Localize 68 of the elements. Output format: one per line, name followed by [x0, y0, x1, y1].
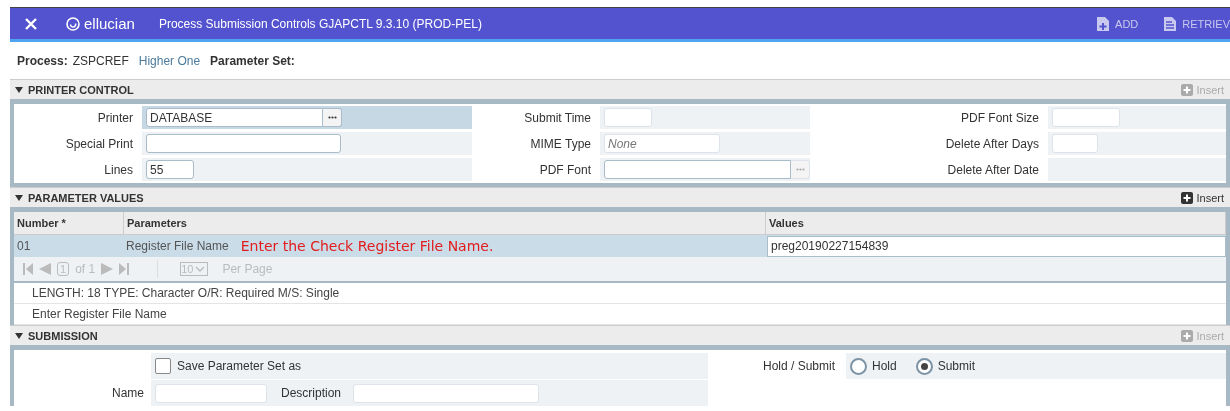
- radio-button[interactable]: [915, 357, 933, 375]
- process-code: ZSPCREF: [72, 53, 129, 68]
- section-title: PRINTER CONTROL: [28, 83, 134, 96]
- input-field[interactable]: [1052, 134, 1098, 153]
- input-field[interactable]: None: [604, 134, 720, 153]
- input-field[interactable]: [604, 108, 652, 127]
- next-page-icon[interactable]: [101, 263, 114, 275]
- last-page-icon[interactable]: [119, 263, 130, 275]
- input-field[interactable]: [604, 160, 791, 179]
- table-row[interactable]: 01 Register File Name Enter the Check Register File Name. preg20190227154839: [14, 234, 1226, 257]
- process-description: Higher One: [138, 53, 201, 68]
- field-label: Description: [281, 386, 342, 400]
- checkbox-label: Save Parameter Set as: [177, 359, 302, 373]
- radio-button[interactable]: [850, 357, 867, 375]
- input-field[interactable]: [155, 383, 267, 403]
- plus-icon: [1181, 191, 1194, 204]
- brand-name: ellucian: [84, 15, 135, 32]
- page-count: of 1: [75, 262, 96, 276]
- field-label: Delete After Days: [944, 135, 1040, 153]
- insert-button[interactable]: Insert: [1181, 191, 1224, 204]
- toolbar-button[interactable]: RETRIEV: [1182, 17, 1230, 30]
- add-document-icon: [1097, 16, 1110, 31]
- collapse-icon[interactable]: [15, 86, 23, 93]
- field-label: PDF Font: [538, 161, 592, 179]
- caret-icon: [195, 266, 206, 272]
- field-label: PDF Font Size: [959, 109, 1040, 127]
- input-field[interactable]: [146, 134, 341, 153]
- parameter-set-label: Parameter Set:: [210, 53, 295, 68]
- input-field[interactable]: 55: [146, 160, 194, 179]
- field-label: MIME Type: [529, 135, 592, 153]
- table-cell: 01: [17, 239, 31, 253]
- input-field[interactable]: DATABASE: [146, 108, 323, 127]
- field-label: Name: [111, 385, 145, 402]
- logo-icon: [66, 16, 80, 31]
- checkbox[interactable]: [155, 358, 171, 374]
- field-label: Delete After Date: [946, 161, 1040, 179]
- collapse-icon[interactable]: [15, 332, 23, 339]
- lookup-button[interactable]: [323, 108, 342, 127]
- lookup-button[interactable]: [791, 160, 810, 179]
- collapse-icon[interactable]: [15, 194, 23, 201]
- field-label: Lines: [103, 161, 134, 179]
- radio-label: Submit: [937, 359, 976, 373]
- close-icon[interactable]: [25, 17, 37, 30]
- field-label: Submit Time: [523, 109, 592, 127]
- table-cell: Register File Name: [126, 239, 229, 253]
- previous-page-icon[interactable]: [39, 263, 51, 275]
- radio-label: Hold: [872, 359, 897, 373]
- info-text: Enter Register File Name: [32, 307, 167, 321]
- section-title: SUBMISSION: [28, 329, 98, 342]
- field-label: Printer: [96, 109, 134, 127]
- plus-icon: [1181, 83, 1194, 96]
- ellipsis-icon: [795, 168, 805, 171]
- field-label: Special Print: [64, 135, 134, 153]
- input-field[interactable]: [1052, 108, 1120, 127]
- input-field[interactable]: [353, 383, 540, 403]
- toolbar-button[interactable]: ADD: [1115, 17, 1139, 30]
- info-text: LENGTH: 18 TYPE: Character O/R: Required M/S: Single: [32, 286, 340, 300]
- first-page-icon[interactable]: [23, 263, 33, 275]
- field-label: Hold / Submit: [761, 358, 836, 375]
- value-field[interactable]: preg20190227154839: [767, 235, 1226, 257]
- process-label: Process:: [17, 53, 68, 68]
- document-icon: [1164, 16, 1177, 31]
- window-title: Process Submission Controls GJAPCTL 9.3.10 (PROD-PEL): [158, 16, 482, 31]
- plus-icon: [1181, 329, 1194, 342]
- per-page-label: Per Page: [222, 262, 273, 276]
- ellipsis-icon: [327, 116, 337, 119]
- annotation-text: Enter the Check Register File Name.: [240, 238, 494, 254]
- section-title: PARAMETER VALUES: [28, 191, 144, 204]
